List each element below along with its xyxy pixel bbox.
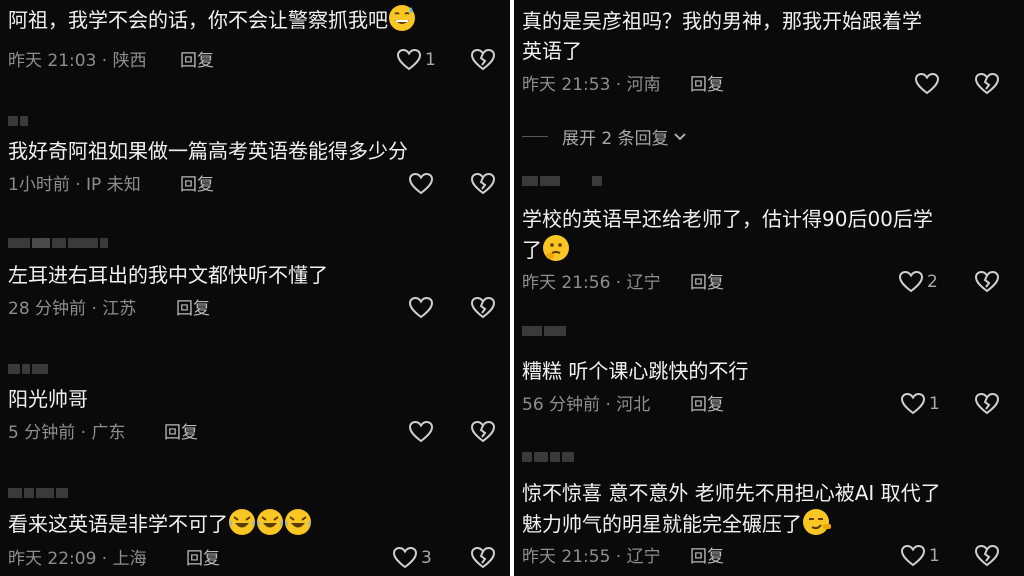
heart-outline-icon <box>900 392 926 415</box>
like-button[interactable]: 1 <box>900 544 940 568</box>
comment-meta: 1小时前 · IP 未知 <box>8 175 141 195</box>
divider <box>522 136 548 137</box>
comment-meta: 昨天 21:53 · 河南 <box>522 75 661 95</box>
dislike-button[interactable] <box>974 270 1000 298</box>
blurred-username <box>522 176 602 188</box>
reply-button[interactable]: 回复 <box>690 546 724 568</box>
like-button[interactable]: 1 <box>396 48 436 72</box>
dislike-button[interactable] <box>470 296 496 324</box>
like-button[interactable]: 2 <box>898 270 938 294</box>
like-count: 1 <box>929 546 940 566</box>
comment-text: 左耳进右耳出的我中文都快听不懂了 <box>8 263 328 287</box>
comment-meta: 昨天 21:55 · 辽宁 <box>522 547 661 567</box>
heart-outline-icon <box>408 296 434 319</box>
blurred-username <box>522 452 574 464</box>
broken-heart-icon <box>974 392 1000 415</box>
heart-outline-icon <box>898 270 924 293</box>
reply-button[interactable]: 回复 <box>164 422 198 444</box>
reply-button[interactable]: 回复 <box>690 394 724 416</box>
like-count: 1 <box>425 50 436 70</box>
comment-text: 阿祖，我学不会的话，你不会让警察抓我吧 <box>8 4 490 35</box>
broken-heart-icon <box>470 546 496 569</box>
comment-text: 阳光帅哥 <box>8 387 88 411</box>
comment-text-line: 惊不惊喜 意不意外 老师先不用担心被AI 取代了 <box>522 481 941 505</box>
dislike-button[interactable] <box>470 420 496 448</box>
broken-heart-icon <box>470 172 496 195</box>
like-button[interactable] <box>408 420 437 444</box>
comment-text: 糟糕 听个课心跳快的不行 <box>522 359 749 383</box>
rofl-emoji-icon <box>257 509 283 535</box>
heart-outline-icon <box>408 420 434 443</box>
like-button[interactable] <box>914 72 943 96</box>
heart-outline-icon <box>396 48 422 71</box>
blurred-username <box>8 364 48 376</box>
comment-text-line: 了 <box>522 234 1004 265</box>
reply-button[interactable]: 回复 <box>690 272 724 294</box>
expand-replies-label: 展开 2 条回复 <box>562 129 669 149</box>
comment-text-line: 英语了 <box>522 39 582 63</box>
heart-outline-icon <box>914 72 940 95</box>
heart-outline-icon <box>900 544 926 567</box>
comment-text-line: 魅力帅气的明星就能完全碾压了 <box>522 508 1004 539</box>
blurred-username <box>522 326 566 338</box>
comments-panel-right: 真的是吴彦祖吗？我的男神，那我开始跟着学 英语了 昨天 21:53 · 河南 回… <box>514 0 1024 576</box>
reply-button[interactable]: 回复 <box>180 50 214 72</box>
heart-outline-icon <box>408 172 434 195</box>
reply-button[interactable]: 回复 <box>180 174 214 196</box>
comment-text-line: 学校的英语早还给老师了，估计得90后00后学 <box>522 207 933 231</box>
heart-outline-icon <box>392 546 418 569</box>
comment-meta: 56 分钟前 · 河北 <box>522 395 651 415</box>
broken-heart-icon <box>974 544 1000 567</box>
thinking-emoji-icon <box>543 235 569 261</box>
like-count: 3 <box>421 548 432 568</box>
like-count: 1 <box>929 394 940 414</box>
broken-heart-icon <box>974 72 1000 95</box>
rofl-emoji-icon <box>229 509 255 535</box>
comment-text-line: 真的是吴彦祖吗？我的男神，那我开始跟着学 <box>522 9 922 33</box>
like-button[interactable]: 3 <box>392 546 432 570</box>
like-count: 2 <box>927 272 938 292</box>
blurred-username <box>8 116 28 128</box>
comment-meta: 28 分钟前 · 江苏 <box>8 299 137 319</box>
sweat-smile-emoji-icon <box>389 5 415 31</box>
dislike-button[interactable] <box>974 392 1000 420</box>
comment-meta: 昨天 21:03 · 陕西 <box>8 51 147 71</box>
dislike-button[interactable] <box>470 172 496 200</box>
rofl-emoji-icon <box>285 509 311 535</box>
comment-meta: 昨天 21:56 · 辽宁 <box>522 273 661 293</box>
comment-text: 我好奇阿祖如果做一篇高考英语卷能得多少分 <box>8 139 408 163</box>
dislike-button[interactable] <box>974 72 1000 100</box>
broken-heart-icon <box>974 270 1000 293</box>
broken-heart-icon <box>470 420 496 443</box>
like-button[interactable] <box>408 172 437 196</box>
comment-meta: 昨天 22:09 · 上海 <box>8 549 147 569</box>
screenshot-collage: 阿祖，我学不会的话，你不会让警察抓我吧 昨天 21:03 · 陕西 回复 1 我… <box>0 0 1024 576</box>
dislike-button[interactable] <box>974 544 1000 572</box>
reply-button[interactable]: 回复 <box>186 548 220 570</box>
like-button[interactable]: 1 <box>900 392 940 416</box>
dislike-button[interactable] <box>470 48 496 76</box>
comment-text: 看来这英语是非学不可了 <box>8 508 490 539</box>
smirk-emoji-icon <box>803 509 831 535</box>
comments-panel-left: 阿祖，我学不会的话，你不会让警察抓我吧 昨天 21:03 · 陕西 回复 1 我… <box>0 0 510 576</box>
blurred-username <box>8 488 68 500</box>
chevron-down-icon <box>673 132 686 140</box>
expand-replies-button[interactable]: 展开 2 条回复 <box>522 124 687 149</box>
like-button[interactable] <box>408 296 437 320</box>
dislike-button[interactable] <box>470 546 496 574</box>
broken-heart-icon <box>470 48 496 71</box>
reply-button[interactable]: 回复 <box>690 74 724 96</box>
reply-button[interactable]: 回复 <box>176 298 210 320</box>
blurred-username <box>8 238 108 250</box>
broken-heart-icon <box>470 296 496 319</box>
comment-meta: 5 分钟前 · 广东 <box>8 423 126 443</box>
